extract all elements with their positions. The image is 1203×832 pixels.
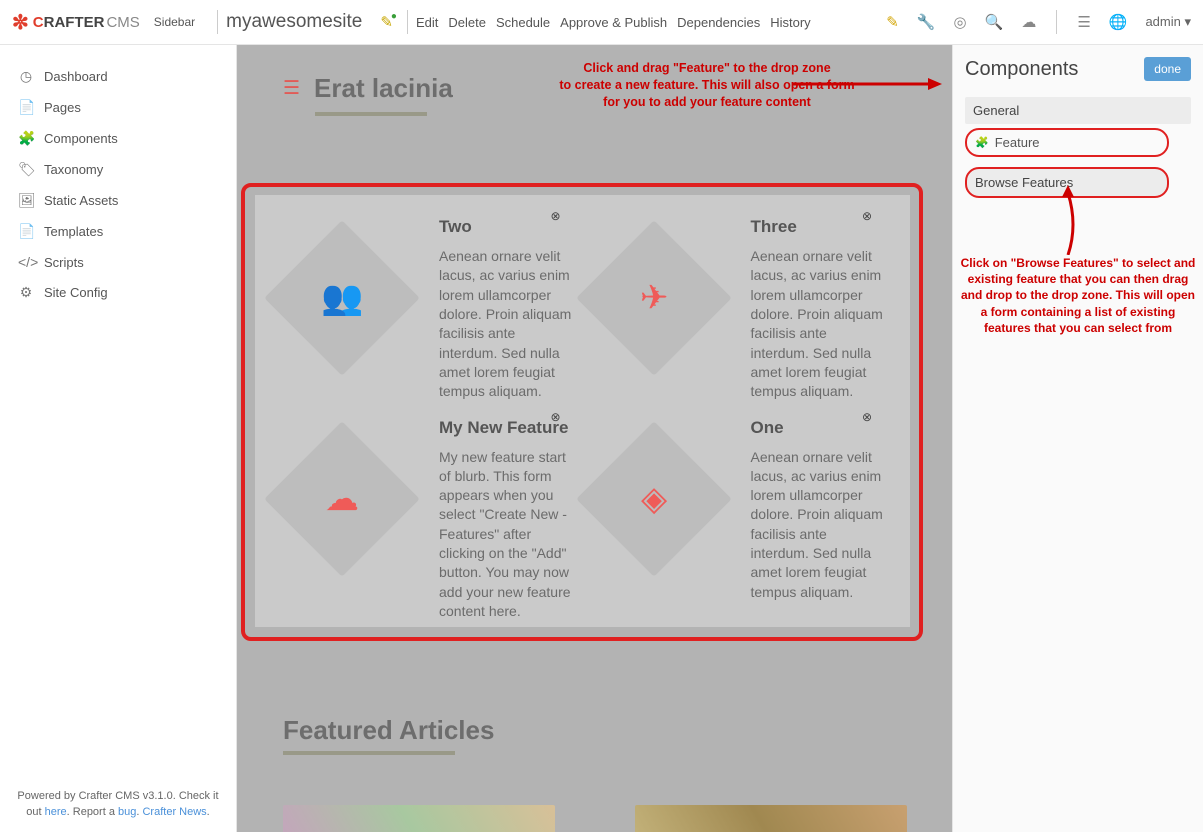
- gear-icon: ✼: [12, 10, 29, 35]
- file-icon: 📄: [18, 99, 34, 116]
- nav-label: Scripts: [44, 255, 84, 270]
- feature-body: Aenean ornare velit lacus, ac varius eni…: [751, 247, 885, 402]
- arrow-right-icon: [792, 75, 942, 93]
- action-delete[interactable]: Delete: [448, 15, 486, 30]
- menu-icon[interactable]: ☰: [1077, 13, 1090, 31]
- article-card[interactable]: [283, 805, 555, 832]
- logo[interactable]: ✼ CRAFTERCMS: [12, 10, 140, 35]
- delete-icon[interactable]: ⊗: [862, 209, 872, 223]
- action-schedule[interactable]: Schedule: [496, 15, 550, 30]
- footer-link-news[interactable]: Crafter News: [142, 806, 206, 818]
- component-item-feature[interactable]: 🧩 Feature: [965, 128, 1169, 157]
- gauge-icon: ◷: [18, 68, 34, 85]
- sidebar-item-static-assets[interactable]: 🖼 Static Assets: [0, 185, 236, 216]
- annotation-browse: Click on "Browse Features" to select and…: [959, 255, 1197, 336]
- action-edit[interactable]: Edit: [416, 15, 438, 30]
- nav-label: Static Assets: [44, 193, 118, 208]
- nav-label: Components: [44, 131, 118, 146]
- action-dependencies[interactable]: Dependencies: [677, 15, 760, 30]
- component-item-label: Feature: [995, 135, 1040, 150]
- feature-body: Aenean ornare velit lacus, ac varius eni…: [751, 448, 885, 603]
- nav-label: Dashboard: [44, 69, 108, 84]
- left-sidebar: ◷Dashboard 📄Pages 🧩Components 🏷Taxonomy …: [0, 45, 237, 832]
- footer: Powered by Crafter CMS v3.1.0. Check it …: [12, 789, 224, 820]
- nav-label: Site Config: [44, 285, 108, 300]
- top-actions: Edit Delete Schedule Approve & Publish D…: [416, 15, 811, 30]
- sidebar-item-site-config[interactable]: ⚙ Site Config: [0, 277, 236, 308]
- logo-text-mid: RAFTER: [44, 14, 105, 31]
- bars-icon[interactable]: ☰: [283, 77, 300, 100]
- wrench-icon[interactable]: 🔧: [917, 13, 936, 31]
- featured-articles-title: Featured Articles: [283, 715, 494, 746]
- section-title: Erat lacinia: [314, 73, 453, 104]
- cloud-icon[interactable]: ☁: [1021, 13, 1036, 31]
- title-underline: [283, 751, 455, 755]
- sidebar-toggle-button[interactable]: Sidebar: [150, 13, 199, 31]
- delete-icon[interactable]: ⊗: [862, 410, 872, 424]
- feature-card[interactable]: ⊗ ☁ My New FeatureMy new feature start o…: [271, 408, 583, 628]
- feature-icon-box: ✈: [576, 220, 732, 376]
- feature-body: Aenean ornare velit lacus, ac varius eni…: [439, 247, 573, 402]
- feature-card[interactable]: ⊗ 👥 TwoAenean ornare velit lacus, ac var…: [271, 207, 583, 408]
- article-card[interactable]: [635, 805, 907, 832]
- code-icon: </>: [18, 254, 34, 270]
- sidebar-item-templates[interactable]: 📄 Templates: [0, 216, 236, 247]
- puzzle-icon: 🧩: [18, 130, 34, 147]
- feature-body: My new feature start of blurb. This form…: [439, 448, 573, 622]
- edit-pencil-icon[interactable]: ✎●: [380, 13, 393, 31]
- divider: [407, 10, 408, 34]
- nav-label: Pages: [44, 100, 81, 115]
- sidebar-item-dashboard[interactable]: ◷ Dashboard: [0, 61, 236, 92]
- delete-icon[interactable]: ⊗: [550, 209, 560, 223]
- drop-zone[interactable]: ⊗ 👥 TwoAenean ornare velit lacus, ac var…: [255, 195, 910, 627]
- footer-link-here[interactable]: here: [45, 806, 67, 818]
- action-history[interactable]: History: [770, 15, 810, 30]
- diamond-icon: ◈: [640, 479, 666, 519]
- sliders-icon: ⚙: [18, 284, 34, 301]
- footer-link-bug[interactable]: bug: [118, 806, 136, 818]
- header-right: ✎ 🔧 ◎ 🔍 ☁ ☰ 🌐 admin ▾: [886, 10, 1191, 34]
- users-icon: 👥: [321, 278, 363, 318]
- done-button[interactable]: done: [1144, 57, 1191, 81]
- feature-icon-box: 👥: [264, 220, 420, 376]
- logo-c: C: [33, 14, 44, 31]
- divider: [217, 10, 218, 34]
- logo-cms: CMS: [106, 14, 139, 31]
- divider: [1056, 10, 1057, 34]
- user-menu[interactable]: admin ▾: [1145, 14, 1191, 30]
- feature-icon-box: ◈: [576, 421, 732, 577]
- site-name: myawesomesite: [226, 11, 362, 33]
- puzzle-icon: 🧩: [975, 136, 989, 149]
- globe-icon[interactable]: 🌐: [1109, 13, 1128, 31]
- paper-plane-icon: ✈: [639, 278, 668, 318]
- panel-title: Components: [965, 58, 1078, 81]
- curved-arrow-icon: [1053, 185, 1083, 255]
- delete-icon[interactable]: ⊗: [550, 410, 560, 424]
- title-underline: [315, 112, 427, 116]
- image-icon: 🖼: [18, 192, 34, 209]
- featured-articles-row: [283, 805, 907, 832]
- nav-label: Templates: [44, 224, 103, 239]
- search-icon[interactable]: 🔍: [985, 13, 1004, 31]
- tag-icon: 🏷: [18, 161, 34, 178]
- component-category[interactable]: General: [965, 97, 1191, 124]
- cloud-icon: ☁: [325, 479, 359, 519]
- pencil-icon[interactable]: ✎: [886, 13, 899, 31]
- sidebar-item-components[interactable]: 🧩 Components: [0, 123, 236, 154]
- nav-label: Taxonomy: [44, 162, 103, 177]
- preview-area: Click and drag "Feature" to the drop zon…: [237, 45, 952, 832]
- sidebar-item-pages[interactable]: 📄 Pages: [0, 92, 236, 123]
- sidebar-item-taxonomy[interactable]: 🏷 Taxonomy: [0, 154, 236, 185]
- feature-icon-box: ☁: [264, 421, 420, 577]
- file-icon: 📄: [18, 223, 34, 240]
- components-panel: Components done General 🧩 Feature Browse…: [952, 45, 1203, 832]
- feature-card[interactable]: ⊗ ✈ ThreeAenean ornare velit lacus, ac v…: [583, 207, 895, 408]
- target-icon[interactable]: ◎: [954, 13, 967, 31]
- top-header: ✼ CRAFTERCMS Sidebar myawesomesite ✎● Ed…: [0, 0, 1203, 45]
- feature-card[interactable]: ⊗ ◈ OneAenean ornare velit lacus, ac var…: [583, 408, 895, 628]
- sidebar-item-scripts[interactable]: </> Scripts: [0, 247, 236, 277]
- action-approve[interactable]: Approve & Publish: [560, 15, 667, 30]
